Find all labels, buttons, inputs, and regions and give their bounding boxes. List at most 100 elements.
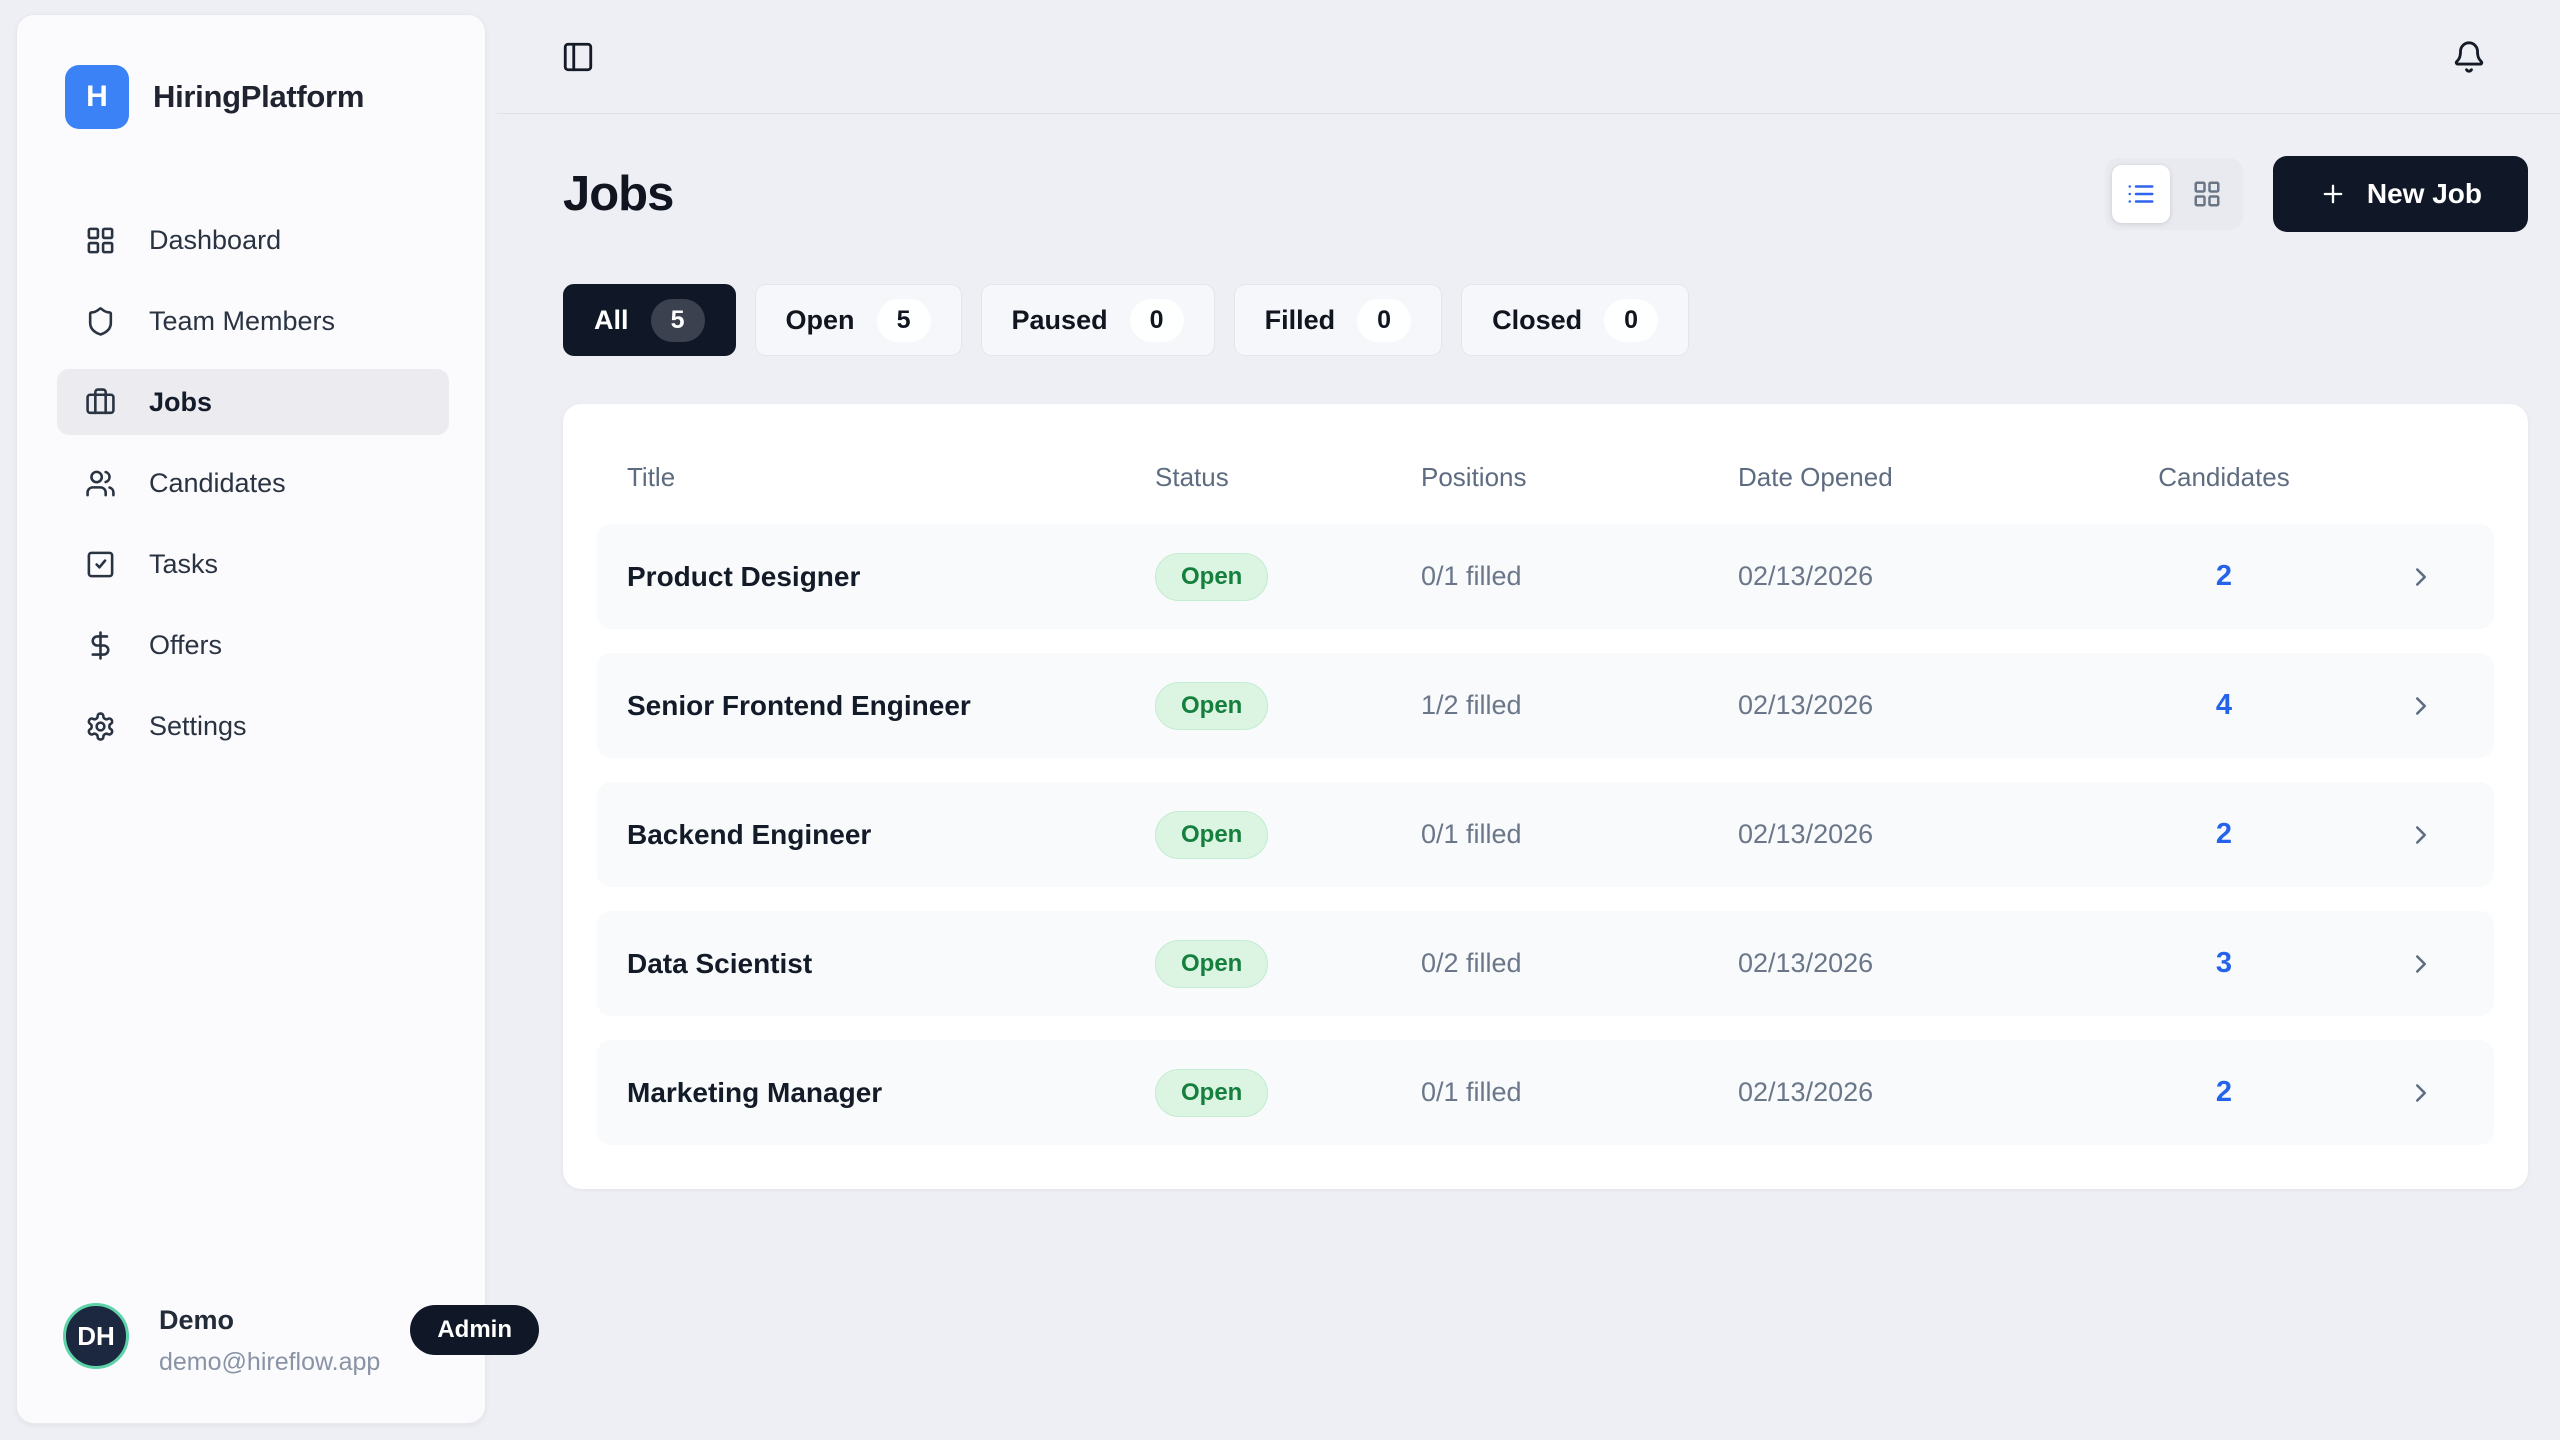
filter-tab-all[interactable]: All 5 (563, 284, 736, 356)
job-title: Marketing Manager (627, 1077, 1155, 1109)
job-positions: 0/2 filled (1421, 948, 1738, 979)
table-header: Title Status Positions Date Opened Candi… (597, 430, 2494, 524)
new-job-button[interactable]: New Job (2273, 156, 2528, 232)
sidebar-item-offers[interactable]: Offers (57, 612, 449, 678)
job-status-cell: Open (1155, 553, 1421, 601)
chevron-right-icon[interactable] (2406, 562, 2494, 592)
list-view-button[interactable] (2112, 165, 2170, 223)
sidebar: H HiringPlatform Dashboard Team Members … (16, 14, 486, 1424)
filter-tab-label: Filled (1265, 305, 1336, 336)
page-header: Jobs (563, 156, 2528, 232)
job-date-opened: 02/13/2026 (1738, 819, 2139, 850)
filter-tab-count-badge: 5 (877, 299, 931, 342)
grid-view-button[interactable] (2178, 165, 2236, 223)
sidebar-item-team-members[interactable]: Team Members (57, 288, 449, 354)
filter-tab-paused[interactable]: Paused 0 (981, 284, 1215, 356)
job-status-cell: Open (1155, 1069, 1421, 1117)
filter-tab-label: Open (786, 305, 855, 336)
users-icon (85, 468, 116, 499)
filter-tab-label: Closed (1492, 305, 1582, 336)
filter-tab-count-badge: 5 (651, 299, 705, 342)
sidebar-toggle-button[interactable] (561, 40, 595, 74)
brand-logo-icon: H (65, 65, 129, 129)
job-candidates-count[interactable]: 2 (2139, 818, 2309, 851)
avatar: DH (63, 1303, 129, 1369)
table-row[interactable]: Backend Engineer Open 0/1 filled 02/13/2… (597, 782, 2494, 887)
chevron-right-icon[interactable] (2406, 691, 2494, 721)
sidebar-item-settings[interactable]: Settings (57, 693, 449, 759)
filter-tab-closed[interactable]: Closed 0 (1461, 284, 1689, 356)
shield-icon (85, 306, 116, 337)
status-badge: Open (1155, 553, 1268, 601)
status-badge: Open (1155, 811, 1268, 859)
page-title: Jobs (563, 166, 673, 222)
user-email: demo@hireflow.app (159, 1348, 380, 1377)
sidebar-item-label: Candidates (149, 468, 286, 499)
content: Jobs (497, 114, 2560, 1189)
chevron-right-icon[interactable] (2406, 820, 2494, 850)
status-badge: Open (1155, 940, 1268, 988)
job-title: Backend Engineer (627, 819, 1155, 851)
brand: H HiringPlatform (57, 65, 449, 129)
job-positions: 0/1 filled (1421, 561, 1738, 592)
job-title: Senior Frontend Engineer (627, 690, 1155, 722)
job-title: Data Scientist (627, 948, 1155, 980)
filter-tab-count-badge: 0 (1357, 299, 1411, 342)
grid-icon (2192, 179, 2222, 209)
column-header-title: Title (627, 462, 1155, 493)
panel-left-icon (561, 40, 595, 74)
sidebar-item-tasks[interactable]: Tasks (57, 531, 449, 597)
briefcase-icon (85, 387, 116, 418)
chevron-right-icon[interactable] (2406, 949, 2494, 979)
job-candidates-count[interactable]: 3 (2139, 947, 2309, 980)
job-candidates-count[interactable]: 2 (2139, 1076, 2309, 1109)
table-row[interactable]: Marketing Manager Open 0/1 filled 02/13/… (597, 1040, 2494, 1145)
filter-tab-open[interactable]: Open 5 (755, 284, 962, 356)
column-header-candidates: Candidates (2139, 462, 2309, 493)
job-status-cell: Open (1155, 811, 1421, 859)
status-filter-tabs: All 5 Open 5 Paused 0 Filled 0 Closed 0 (563, 284, 2528, 356)
job-date-opened: 02/13/2026 (1738, 1077, 2139, 1108)
filter-tab-label: All (594, 305, 629, 336)
table-row[interactable]: Senior Frontend Engineer Open 1/2 filled… (597, 653, 2494, 758)
new-job-label: New Job (2367, 178, 2482, 210)
table-body: Product Designer Open 0/1 filled 02/13/2… (597, 524, 2494, 1145)
list-icon (2126, 179, 2156, 209)
chevron-right-icon[interactable] (2406, 1078, 2494, 1108)
sidebar-item-label: Tasks (149, 549, 218, 580)
jobs-table-card: Title Status Positions Date Opened Candi… (563, 404, 2528, 1189)
dollar-icon (85, 630, 116, 661)
job-date-opened: 02/13/2026 (1738, 948, 2139, 979)
table-row[interactable]: Data Scientist Open 0/2 filled 02/13/202… (597, 911, 2494, 1016)
sidebar-item-label: Settings (149, 711, 247, 742)
main-area: Jobs (497, 0, 2560, 1440)
column-header-date-opened: Date Opened (1738, 462, 2139, 493)
sidebar-item-dashboard[interactable]: Dashboard (57, 207, 449, 273)
job-title: Product Designer (627, 561, 1155, 593)
status-badge: Open (1155, 682, 1268, 730)
job-candidates-count[interactable]: 2 (2139, 560, 2309, 593)
status-badge: Open (1155, 1069, 1268, 1117)
sidebar-item-jobs[interactable]: Jobs (57, 369, 449, 435)
user-name: Demo (159, 1305, 380, 1336)
filter-tab-filled[interactable]: Filled 0 (1234, 284, 1443, 356)
dashboard-icon (85, 225, 116, 256)
filter-tab-count-badge: 0 (1604, 299, 1658, 342)
sidebar-nav: Dashboard Team Members Jobs Candidates T… (57, 207, 449, 759)
bell-icon (2452, 40, 2486, 74)
job-date-opened: 02/13/2026 (1738, 690, 2139, 721)
table-row[interactable]: Product Designer Open 0/1 filled 02/13/2… (597, 524, 2494, 629)
job-positions: 0/1 filled (1421, 1077, 1738, 1108)
user-profile[interactable]: DH Demo demo@hireflow.app Admin (57, 1303, 449, 1377)
column-header-status: Status (1155, 462, 1421, 493)
job-status-cell: Open (1155, 940, 1421, 988)
job-candidates-count[interactable]: 4 (2139, 689, 2309, 722)
sidebar-item-label: Jobs (149, 387, 212, 418)
view-toggle (2105, 158, 2243, 230)
sidebar-item-candidates[interactable]: Candidates (57, 450, 449, 516)
brand-name: HiringPlatform (153, 79, 364, 115)
sidebar-item-label: Dashboard (149, 225, 281, 256)
notifications-button[interactable] (2452, 40, 2486, 74)
job-status-cell: Open (1155, 682, 1421, 730)
plus-icon (2319, 180, 2347, 208)
